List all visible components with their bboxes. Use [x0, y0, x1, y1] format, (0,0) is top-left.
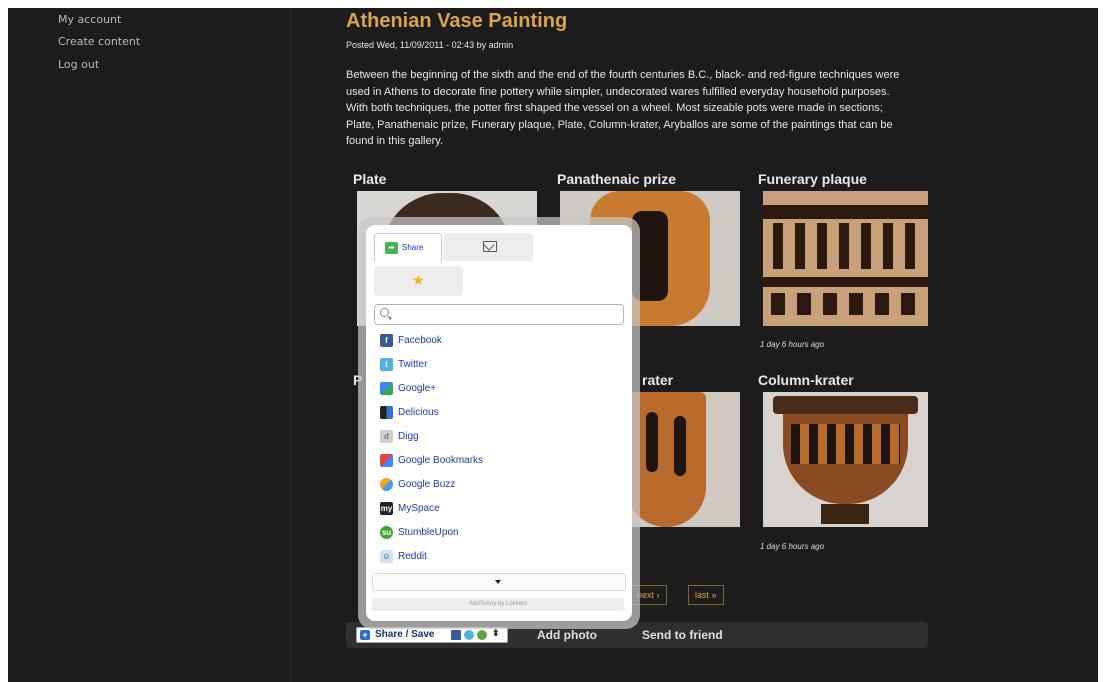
service-label: Google Buzz [398, 479, 456, 490]
add-photo-link[interactable]: Add photo [537, 628, 597, 642]
thumbnail-funerary-plaque[interactable] [763, 191, 928, 326]
gallery-title-plate[interactable]: Plate [353, 171, 386, 187]
service-label: StumbleUpon [398, 527, 459, 538]
gallery-title-funerary-plaque[interactable]: Funerary plaque [758, 171, 867, 187]
timestamp-column-krater: 1 day 6 hours ago [760, 542, 825, 551]
tab-share-label: Share [402, 243, 424, 252]
plaque-figures [773, 223, 918, 269]
facebook-mini-icon [451, 630, 461, 640]
myspace-icon: my [380, 502, 393, 515]
gallery-title-row2-second[interactable]: rater [642, 372, 673, 388]
updown-arrow-icon: ⬍ [492, 628, 500, 638]
service-label: MySpace [398, 503, 440, 514]
sidebar [8, 8, 291, 682]
sidebar-link-my-account[interactable]: My account [58, 13, 121, 26]
share-icon: ➦ [385, 242, 398, 254]
twitter-mini-icon [464, 630, 474, 640]
service-search-input[interactable] [374, 304, 624, 325]
thumbnail-column-krater[interactable] [763, 392, 928, 527]
page-title: Athenian Vase Painting [346, 10, 568, 32]
google-bookmarks-icon [380, 454, 393, 467]
service-label: Facebook [398, 335, 442, 346]
krater-rim [773, 396, 918, 414]
addtoany-credit[interactable]: AddToAny by Lockerz [372, 598, 624, 611]
krater-figure-left [646, 412, 658, 472]
post-meta: Posted Wed, 11/09/2011 - 02:43 by admin [346, 40, 514, 50]
tab-email[interactable] [444, 233, 533, 261]
share-save-label: Share / Save [375, 629, 435, 640]
stumble-mini-icon [477, 630, 487, 640]
krater-figure-right [674, 416, 686, 476]
article-body: Between the beginning of the sixth and t… [346, 69, 900, 148]
tab-share[interactable]: ➦ Share [374, 233, 442, 262]
gallery-title-column-krater[interactable]: Column-krater [758, 372, 854, 388]
column-krater-body [783, 414, 908, 504]
service-label: Google+ [398, 383, 437, 394]
tab-favorites[interactable]: ★ [374, 266, 463, 296]
service-label: Digg [398, 431, 419, 442]
email-flap [483, 239, 495, 251]
email-icon [483, 239, 497, 252]
plaque-band-middle [763, 277, 928, 287]
google-buzz-icon [380, 478, 393, 491]
plaque-horses [771, 293, 921, 315]
service-label: Google Bookmarks [398, 455, 484, 466]
plus-icon: + [360, 630, 370, 640]
reddit-icon: ☺ [380, 550, 393, 563]
send-to-friend-link[interactable]: Send to friend [642, 628, 723, 642]
timestamp-funerary-plaque: 1 day 6 hours ago [760, 340, 825, 349]
digg-icon: d [380, 430, 393, 443]
facebook-icon: f [380, 334, 393, 347]
star-icon: ★ [412, 272, 425, 288]
krater-foot [821, 504, 869, 524]
pager-last[interactable]: last » [688, 585, 724, 605]
more-services-button[interactable] [372, 573, 626, 591]
sidebar-link-log-out[interactable]: Log out [58, 58, 99, 71]
service-label: Reddit [398, 551, 427, 562]
service-label: Delicious [398, 407, 439, 418]
twitter-icon: t [380, 358, 393, 371]
google-plus-icon [380, 382, 393, 395]
share-save-button[interactable]: + Share / Save ⬍ [356, 627, 508, 643]
column-krater-frieze [791, 424, 900, 464]
gallery-title-panathenaic-prize[interactable]: Panathenaic prize [557, 171, 676, 187]
search-icon [380, 308, 389, 317]
plaque-band-top [763, 205, 928, 219]
delicious-icon [380, 406, 393, 419]
sidebar-link-create-content[interactable]: Create content [58, 35, 140, 48]
stumbleupon-icon: su [380, 526, 393, 539]
service-label: Twitter [398, 359, 428, 370]
